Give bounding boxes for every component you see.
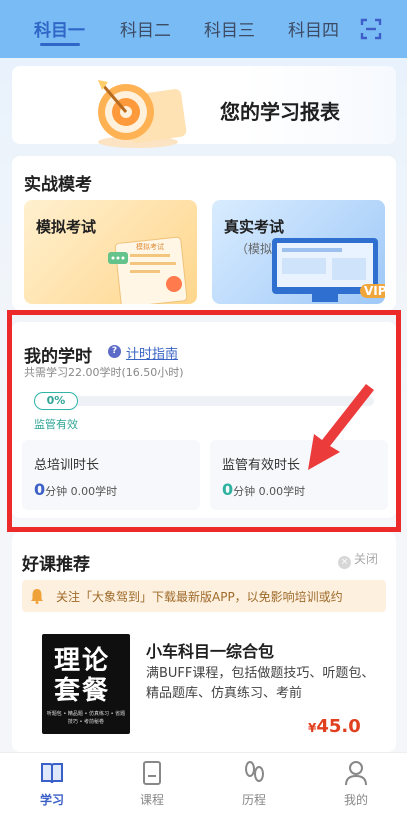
nav-study[interactable]: 学习 [22,759,82,808]
nav-courses[interactable]: 课程 [122,759,182,808]
course-name[interactable]: 小车科目一综合包 [146,638,274,662]
footprints-icon [245,761,264,782]
mock-exam-card[interactable]: 模拟考试 模拟考试 [24,200,197,304]
course-cover-image[interactable]: 理论 套餐 听题包 • 精品题 • 仿真练习 • 省题技巧 • 考前秘卷 [42,634,130,734]
user-icon [345,761,367,786]
tab-subject-4[interactable]: 科目四 [288,16,339,41]
price-amount: 45.0 [316,716,361,737]
nav-progress-label: 历程 [241,793,266,807]
exam-section-title: 实战模考 [24,175,92,195]
real-exam-label: 真实考试 [224,218,285,236]
active-tab-indicator [40,43,80,46]
course-price: ¥45.0 [308,716,361,737]
subject-tab-bar: 科目一 科目二 科目三 科目四 [0,0,407,58]
notice-text: 关注「大象驾到」下载最新版APP，以免影响培训或约 [56,590,343,604]
nav-courses-label: 课程 [139,793,164,807]
document-icon [143,761,161,785]
mock-sheet-text: 模拟考试 [136,243,164,251]
book-open-icon [41,763,63,784]
notice-banner[interactable]: 关注「大象驾到」下载最新版APP，以免影响培训或约 [22,580,386,612]
tab-subject-2[interactable]: 科目二 [120,16,171,41]
cover-tags: 听题包 • 精品题 • 仿真练习 • 省题技巧 • 考前秘卷 [46,711,126,725]
nav-progress[interactable]: 历程 [224,759,284,808]
course-recommend-section: 好课推荐 × 关闭 关注「大象驾到」下载最新版APP，以免影响培训或约 理论 套餐… [12,532,396,752]
vip-badge: VIP [360,284,385,298]
nav-profile[interactable]: 我的 [326,759,386,808]
course-section-title: 好课推荐 [22,555,90,575]
course-description: 满BUFF课程，包括做题技巧、听题包、精品题库、仿真练习、考前 [146,666,375,701]
close-label: 关闭 [354,552,379,566]
scan-icon[interactable] [360,18,382,40]
exam-section: 实战模考 模拟考试 模拟考试 真实考试 （模拟） VIP [12,156,396,310]
report-title: 您的学习报表 [220,100,340,124]
tab-subject-3[interactable]: 科目三 [204,16,255,41]
cover-title-line2: 套餐 [54,676,111,706]
close-icon: × [338,556,351,569]
tab-subject-1[interactable]: 科目一 [34,16,85,41]
target-trophy-icon [98,80,187,148]
close-button[interactable]: × 关闭 [338,550,378,569]
bottom-navigation: 学习 课程 历程 我的 [0,752,407,817]
nav-profile-label: 我的 [343,793,368,807]
red-arrow-annotation [308,384,374,470]
bell-icon [31,589,43,604]
mock-exam-label: 模拟考试 [36,218,97,236]
learning-report-banner[interactable]: 您的学习报表 [12,66,396,148]
nav-study-label: 学习 [39,793,64,807]
real-exam-card[interactable]: 真实考试 （模拟） VIP [212,200,385,304]
